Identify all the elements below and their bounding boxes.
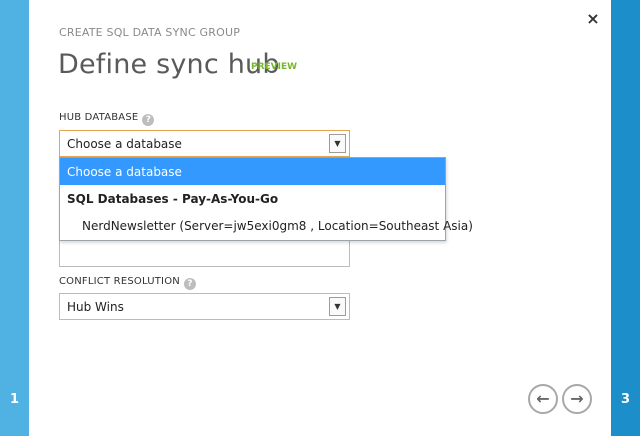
preview-badge: PREVIEW <box>251 62 298 72</box>
wizard-step-sidebar-left <box>0 0 29 436</box>
wizard-step-sidebar-right <box>611 0 640 436</box>
page-title: Define sync hub <box>58 49 280 80</box>
hub-database-select[interactable]: Choose a database ▼ <box>59 130 350 157</box>
conflict-resolution-selected-value: Hub Wins <box>67 300 124 314</box>
conflict-resolution-label: CONFLICT RESOLUTION? <box>59 276 196 290</box>
chevron-down-icon[interactable]: ▼ <box>329 134 346 153</box>
chevron-down-icon[interactable]: ▼ <box>329 297 346 316</box>
dropdown-option-choose[interactable]: Choose a database <box>60 158 445 185</box>
help-icon[interactable]: ? <box>142 114 155 126</box>
close-icon[interactable]: × <box>583 9 603 29</box>
conflict-resolution-label-text: CONFLICT RESOLUTION <box>59 276 180 287</box>
dropdown-option-nerdnewsletter[interactable]: NerdNewsletter (Server=jw5exi0gm8 , Loca… <box>60 212 473 239</box>
step-number-previous[interactable]: 1 <box>0 392 29 407</box>
help-icon[interactable]: ? <box>183 278 196 290</box>
hub-database-label-text: HUB DATABASE <box>59 112 139 123</box>
next-arrow-icon[interactable]: → <box>562 384 592 414</box>
back-arrow-icon[interactable]: ← <box>528 384 558 414</box>
hub-database-label: HUB DATABASE? <box>59 112 155 126</box>
dropdown-option-group-sql-databases: SQL Databases - Pay-As-You-Go <box>67 192 279 206</box>
hub-database-dropdown-list: Choose a database SQL Databases - Pay-As… <box>59 157 473 241</box>
wizard-kicker: CREATE SQL DATA SYNC GROUP <box>59 26 241 39</box>
hub-database-selected-value: Choose a database <box>67 137 182 151</box>
obscured-field[interactable] <box>59 240 350 267</box>
step-number-next[interactable]: 3 <box>611 392 640 407</box>
conflict-resolution-select[interactable]: Hub Wins ▼ <box>59 293 350 320</box>
